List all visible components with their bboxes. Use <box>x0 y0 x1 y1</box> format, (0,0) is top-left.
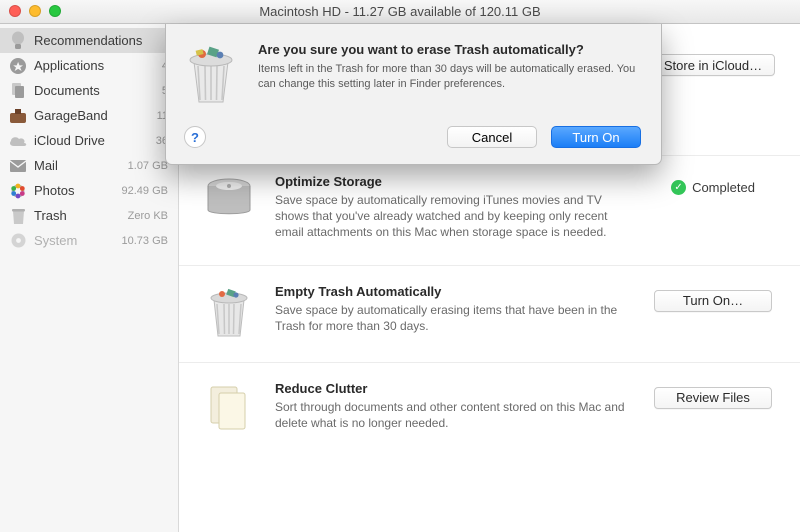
appstore-icon <box>8 56 28 76</box>
recommendation-empty-trash: Empty Trash Automatically Save space by … <box>179 266 800 363</box>
guitar-icon <box>8 106 28 126</box>
completed-label: Completed <box>692 180 755 195</box>
sidebar-item-size: 10.73 GB <box>122 235 168 247</box>
sidebar-item-size: 1.07 GB <box>128 160 168 172</box>
turn-on-confirm-button[interactable]: Turn On <box>551 126 641 148</box>
trash-full-icon <box>201 286 257 338</box>
review-files-button[interactable]: Review Files <box>654 387 772 409</box>
documents-icon <box>8 81 28 101</box>
sidebar-item-size: 92.49 GB <box>122 185 168 197</box>
recommendation-title: Optimize Storage <box>275 174 636 189</box>
sidebar-item-label: Photos <box>34 183 118 198</box>
zoom-window-button[interactable] <box>49 5 61 17</box>
dialog-content: Are you sure you want to erase Trash aut… <box>184 42 641 106</box>
sidebar-item-label: Recommendations <box>34 33 164 48</box>
window-title: Macintosh HD - 11.27 GB available of 120… <box>0 4 800 19</box>
gear-icon <box>8 231 28 251</box>
sidebar-item-photos[interactable]: Photos 92.49 GB <box>0 178 178 203</box>
sidebar-item-label: Mail <box>34 158 124 173</box>
sidebar-item-label: Applications <box>34 58 158 73</box>
completed-status: ✓ Completed <box>671 180 755 195</box>
window-titlebar: Macintosh HD - 11.27 GB available of 120… <box>0 0 800 24</box>
documents-large-icon <box>201 383 257 433</box>
sidebar-item-size: Zero KB <box>128 210 168 222</box>
recommendation-title: Empty Trash Automatically <box>275 284 636 299</box>
sidebar-item-label: Documents <box>34 83 158 98</box>
recommendation-optimize-storage: Optimize Storage Save space by automatic… <box>179 156 800 266</box>
sidebar-item-documents[interactable]: Documents 5 <box>0 78 178 103</box>
sidebar-item-system[interactable]: System 10.73 GB <box>0 228 178 253</box>
recommendation-desc: Save space by automatically removing iTu… <box>275 192 636 241</box>
sidebar-item-label: Trash <box>34 208 124 223</box>
lightbulb-icon <box>8 31 28 51</box>
mail-icon <box>8 156 28 176</box>
sidebar-item-mail[interactable]: Mail 1.07 GB <box>0 153 178 178</box>
sidebar-item-trash[interactable]: Trash Zero KB <box>0 203 178 228</box>
sidebar-item-label: iCloud Drive <box>34 133 152 148</box>
check-circle-icon: ✓ <box>671 180 686 195</box>
recommendation-title: Reduce Clutter <box>275 381 636 396</box>
recommendation-desc: Sort through documents and other content… <box>275 399 636 431</box>
harddrive-icon <box>201 176 257 222</box>
store-in-icloud-button[interactable]: Store in iCloud… <box>651 54 775 76</box>
recommendation-reduce-clutter: Reduce Clutter Sort through documents an… <box>179 363 800 457</box>
trash-icon <box>8 206 28 226</box>
confirm-erase-trash-dialog: Are you sure you want to erase Trash aut… <box>165 24 662 165</box>
sidebar-item-label: System <box>34 233 118 248</box>
sidebar-item-recommendations[interactable]: Recommendations <box>0 28 178 53</box>
sidebar-item-label: GarageBand <box>34 108 153 123</box>
turn-on-trash-button[interactable]: Turn On… <box>654 290 772 312</box>
help-button[interactable]: ? <box>184 126 206 148</box>
sidebar: Recommendations Applications 4 Documents… <box>0 24 179 532</box>
photos-icon <box>8 181 28 201</box>
traffic-lights <box>9 5 61 17</box>
dialog-body: Items left in the Trash for more than 30… <box>258 62 641 92</box>
cancel-button[interactable]: Cancel <box>447 126 537 148</box>
trash-full-icon <box>184 42 248 106</box>
close-window-button[interactable] <box>9 5 21 17</box>
recommendation-desc: Save space by automatically erasing item… <box>275 302 636 334</box>
sidebar-item-applications[interactable]: Applications 4 <box>0 53 178 78</box>
cloud-icon <box>8 131 28 151</box>
dialog-title: Are you sure you want to erase Trash aut… <box>258 42 641 57</box>
sidebar-item-icloud-drive[interactable]: iCloud Drive 36 <box>0 128 178 153</box>
sidebar-item-garageband[interactable]: GarageBand 11 <box>0 103 178 128</box>
minimize-window-button[interactable] <box>29 5 41 17</box>
